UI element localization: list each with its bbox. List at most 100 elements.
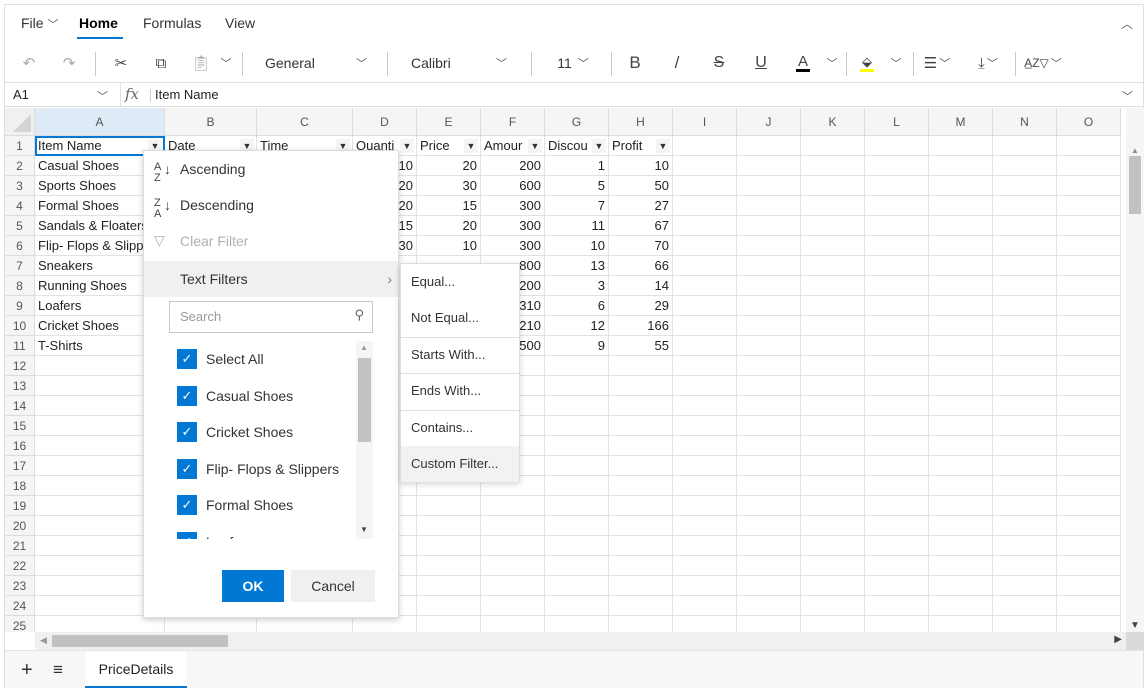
empty-cell[interactable] <box>481 536 545 556</box>
empty-cell[interactable] <box>545 536 609 556</box>
empty-cell[interactable] <box>929 596 993 616</box>
empty-cell[interactable] <box>545 376 609 396</box>
column-header-m[interactable]: M <box>929 108 993 136</box>
empty-cell[interactable] <box>609 476 673 496</box>
filter-dropdown-icon[interactable]: ▼ <box>656 139 670 153</box>
data-cell[interactable]: 300 <box>481 196 545 216</box>
data-cell[interactable]: 600 <box>481 176 545 196</box>
sheet-tab-pricedetails[interactable]: PriceDetails <box>85 651 187 688</box>
function-icon[interactable]: fx <box>125 85 139 103</box>
text-filter-option[interactable]: Custom Filter... <box>401 446 519 482</box>
empty-cell[interactable] <box>673 316 737 336</box>
row-header-22[interactable]: 22 <box>5 556 35 576</box>
empty-cell[interactable] <box>1057 456 1121 476</box>
data-cell[interactable]: 20 <box>417 156 481 176</box>
empty-cell[interactable] <box>1057 196 1121 216</box>
empty-cell[interactable] <box>865 416 929 436</box>
scroll-up-icon[interactable]: ▲ <box>360 343 368 352</box>
empty-cell[interactable] <box>417 556 481 576</box>
empty-cell[interactable] <box>545 436 609 456</box>
sort-ascending-item[interactable]: A Z ↓ Ascending <box>144 151 398 187</box>
empty-cell[interactable] <box>737 136 801 156</box>
empty-cell[interactable] <box>865 616 929 632</box>
empty-cell[interactable] <box>1057 176 1121 196</box>
data-cell[interactable]: 67 <box>609 216 673 236</box>
empty-cell[interactable] <box>673 376 737 396</box>
empty-cell[interactable] <box>1057 576 1121 596</box>
formula-input[interactable]: Item Name <box>155 87 219 102</box>
empty-cell[interactable] <box>673 536 737 556</box>
empty-cell[interactable] <box>929 336 993 356</box>
column-header-d[interactable]: D <box>353 108 417 136</box>
empty-cell[interactable] <box>737 556 801 576</box>
empty-cell[interactable] <box>1057 536 1121 556</box>
empty-cell[interactable] <box>993 156 1057 176</box>
empty-cell[interactable] <box>993 516 1057 536</box>
scroll-down-icon[interactable]: ▼ <box>360 525 368 534</box>
empty-cell[interactable] <box>1057 416 1121 436</box>
empty-cell[interactable] <box>737 156 801 176</box>
empty-cell[interactable] <box>1057 436 1121 456</box>
empty-cell[interactable] <box>481 496 545 516</box>
empty-cell[interactable] <box>609 376 673 396</box>
empty-cell[interactable] <box>993 136 1057 156</box>
data-cell[interactable]: 70 <box>609 236 673 256</box>
empty-cell[interactable] <box>929 256 993 276</box>
data-cell[interactable]: 3 <box>545 276 609 296</box>
data-cell[interactable]: 50 <box>609 176 673 196</box>
empty-cell[interactable] <box>545 496 609 516</box>
empty-cell[interactable] <box>993 176 1057 196</box>
column-header-g[interactable]: G <box>545 108 609 136</box>
data-cell[interactable]: 300 <box>481 236 545 256</box>
checkbox-checked-icon[interactable]: ✓ <box>177 422 197 443</box>
font-size-dropdown[interactable]: 11 ﹀ <box>549 49 597 77</box>
column-header-j[interactable]: J <box>737 108 801 136</box>
empty-cell[interactable] <box>1057 596 1121 616</box>
undo-icon[interactable]: ↶ <box>17 49 41 77</box>
empty-cell[interactable] <box>545 456 609 476</box>
row-header-16[interactable]: 16 <box>5 436 35 456</box>
empty-cell[interactable] <box>801 376 865 396</box>
empty-cell[interactable] <box>673 336 737 356</box>
empty-cell[interactable] <box>673 496 737 516</box>
empty-cell[interactable] <box>929 136 993 156</box>
empty-cell[interactable] <box>609 496 673 516</box>
scroll-left-icon[interactable]: ◀ <box>40 635 47 646</box>
name-box[interactable]: A1 ﹀ <box>5 83 121 107</box>
header-cell[interactable]: Profit ▼ <box>609 136 673 156</box>
empty-cell[interactable] <box>481 556 545 576</box>
empty-cell[interactable] <box>673 396 737 416</box>
empty-cell[interactable] <box>545 396 609 416</box>
empty-cell[interactable] <box>929 356 993 376</box>
empty-cell[interactable] <box>801 416 865 436</box>
empty-cell[interactable] <box>257 616 353 632</box>
data-cell[interactable]: 11 <box>545 216 609 236</box>
empty-cell[interactable] <box>865 216 929 236</box>
row-header-20[interactable]: 20 <box>5 516 35 536</box>
empty-cell[interactable] <box>993 496 1057 516</box>
row-header-6[interactable]: 6 <box>5 236 35 256</box>
empty-cell[interactable] <box>993 336 1057 356</box>
empty-cell[interactable] <box>165 616 257 632</box>
vertical-align-dropdown[interactable]: ⤓ ﹀ <box>969 49 1007 77</box>
empty-cell[interactable] <box>865 316 929 336</box>
empty-cell[interactable] <box>673 216 737 236</box>
row-header-23[interactable]: 23 <box>5 576 35 596</box>
empty-cell[interactable] <box>1057 376 1121 396</box>
empty-cell[interactable] <box>865 376 929 396</box>
empty-cell[interactable] <box>993 236 1057 256</box>
filter-checkbox-item[interactable]: ✓ Flip- Flops & Slippers <box>177 451 339 487</box>
row-header-2[interactable]: 2 <box>5 156 35 176</box>
sheet-list-icon[interactable]: ≡ <box>53 660 63 680</box>
data-cell[interactable]: 10 <box>417 236 481 256</box>
strikethrough-button[interactable]: S <box>707 49 731 77</box>
select-all-corner[interactable] <box>5 108 35 136</box>
filter-dropdown-icon[interactable]: ▼ <box>592 139 606 153</box>
row-header-1[interactable]: 1 <box>5 136 35 156</box>
empty-cell[interactable] <box>801 456 865 476</box>
empty-cell[interactable] <box>737 616 801 632</box>
text-filter-option[interactable]: Ends With... <box>401 373 519 409</box>
empty-cell[interactable] <box>673 276 737 296</box>
empty-cell[interactable] <box>737 496 801 516</box>
data-cell[interactable]: 30 <box>417 176 481 196</box>
